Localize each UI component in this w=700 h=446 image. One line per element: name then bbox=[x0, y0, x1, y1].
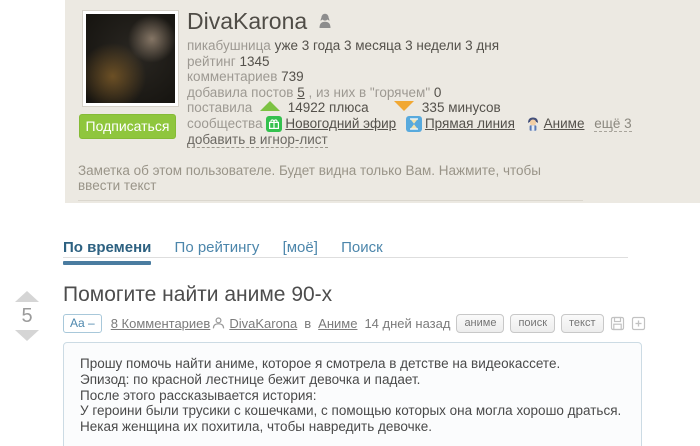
profile-panel: Подписаться DivaKarona пикабушница уже 3… bbox=[65, 0, 700, 203]
community-item[interactable]: Прямая линия bbox=[405, 115, 519, 132]
communities-more-link[interactable]: ещё 3 bbox=[594, 115, 632, 132]
post-body-line: Некая женщина их похитила, чтобы навреди… bbox=[80, 419, 432, 435]
sort-tabs: По времени По рейтингу [моё] Поиск bbox=[63, 239, 628, 265]
tab-by-time[interactable]: По времени bbox=[63, 239, 152, 265]
tab-search[interactable]: Поиск bbox=[341, 239, 383, 265]
post-vote-widget: 5 bbox=[14, 291, 40, 341]
post-body-line: Эпизод: по красной лестнице бежит девочк… bbox=[80, 371, 421, 387]
comments-link[interactable]: 8 Комментариев bbox=[111, 316, 211, 331]
post-title[interactable]: Помогите найти аниме 90-х bbox=[63, 283, 332, 307]
add-to-collection-icon[interactable] bbox=[631, 316, 646, 331]
post-body-line: Прошу помочь найти аниме, которое я смот… bbox=[80, 356, 561, 371]
stat-comments: комментариев 739 bbox=[187, 69, 304, 85]
save-post-icon[interactable] bbox=[610, 316, 625, 331]
tag-pill[interactable]: аниме bbox=[456, 313, 505, 333]
gift-icon bbox=[266, 115, 283, 132]
stat-votes: поставила 14922 плюса 335 минусов bbox=[187, 100, 501, 116]
minus-triangle-icon bbox=[394, 101, 415, 112]
user-profile-page: Подписаться DivaKarona пикабушница уже 3… bbox=[0, 0, 700, 446]
post-meta: Aa – 8 Комментариев DivaKarona в Аниме 1… bbox=[63, 313, 646, 333]
author-link[interactable]: DivaKarona bbox=[229, 316, 297, 331]
tab-mine[interactable]: [моё] bbox=[283, 239, 318, 265]
tag-pill[interactable]: текст bbox=[561, 313, 604, 333]
in-word: в bbox=[304, 315, 312, 331]
stat-posts: добавила постов 5 , из них в "горячем" 0 bbox=[187, 84, 442, 100]
post-age: 14 дней назад bbox=[364, 315, 451, 331]
profile-stats: пикабушница уже 3 года 3 месяца 3 недели… bbox=[187, 38, 692, 132]
community-link[interactable]: Аниме bbox=[318, 316, 357, 331]
person-icon bbox=[212, 317, 225, 329]
upvote-arrow-icon[interactable] bbox=[15, 291, 39, 302]
tag-pill[interactable]: поиск bbox=[510, 313, 555, 333]
post-body-line: После этого рассказывается история: bbox=[80, 387, 317, 403]
post-body-line: У героини были трусики с кошечками, с по… bbox=[80, 403, 622, 419]
downvote-arrow-icon[interactable] bbox=[15, 330, 39, 341]
posts-count-link[interactable]: 5 bbox=[297, 85, 305, 100]
community-item[interactable]: Аниме bbox=[525, 116, 589, 131]
stat-rating: рейтинг 1345 bbox=[187, 53, 270, 69]
post-rating: 5 bbox=[21, 305, 33, 327]
plus-triangle-icon bbox=[259, 101, 280, 112]
ignore-list-link[interactable]: добавить в игнор-лист bbox=[187, 132, 328, 148]
stat-communities: сообщества Новогодний эфир Прямая линия … bbox=[187, 115, 632, 132]
avatar-photo bbox=[86, 14, 175, 103]
tab-by-rating[interactable]: По рейтингу bbox=[175, 239, 260, 265]
post-body: Прошу помочь найти аниме, которое я смот… bbox=[63, 342, 642, 446]
avatar[interactable] bbox=[82, 10, 179, 107]
username: DivaKarona bbox=[187, 7, 308, 34]
user-note-input[interactable]: Заметка об этом пользователе. Будет видн… bbox=[78, 163, 583, 201]
female-user-icon bbox=[317, 12, 333, 30]
hourglass-icon bbox=[405, 115, 422, 132]
font-size-button[interactable]: Aa – bbox=[63, 313, 102, 333]
subscribe-button[interactable]: Подписаться bbox=[79, 114, 176, 139]
community-item[interactable]: Новогодний эфир bbox=[266, 115, 400, 132]
stat-tenure: пикабушница уже 3 года 3 месяца 3 недели… bbox=[187, 38, 500, 53]
profile-info: DivaKarona пикабушница уже 3 года 3 меся… bbox=[187, 8, 692, 132]
anime-icon bbox=[525, 116, 541, 132]
